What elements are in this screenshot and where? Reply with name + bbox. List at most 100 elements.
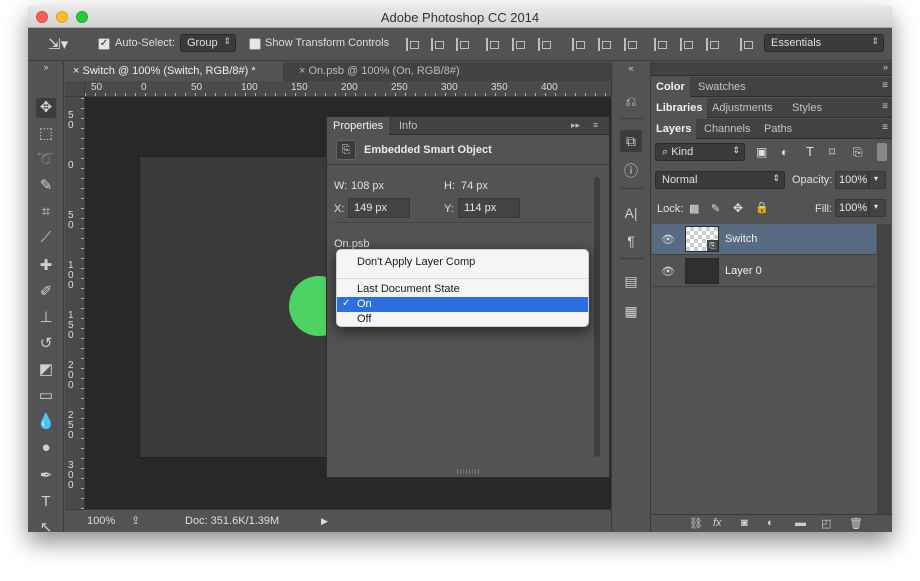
distribute-left-icon[interactable] — [654, 38, 667, 51]
gradient-tool-icon[interactable]: ▭ — [36, 386, 56, 406]
opacity-input[interactable]: 100% — [835, 171, 869, 189]
visibility-eye-icon[interactable]: 👁 — [661, 265, 675, 278]
quick-selection-tool-icon[interactable]: ✎ — [36, 176, 56, 196]
layer-comps-icon[interactable]: ▤ — [620, 270, 642, 292]
filter-adjustment-icon[interactable]: ◐ — [781, 145, 788, 159]
align-top-icon[interactable] — [406, 38, 419, 51]
distribute-right-icon[interactable] — [706, 38, 719, 51]
lock-all-icon[interactable]: 🔒 — [755, 201, 769, 214]
filter-pixel-icon[interactable]: ▣ — [756, 145, 767, 159]
auto-select-dropdown[interactable]: Group ⇕ — [180, 34, 236, 52]
panel-menu-icon[interactable]: ≡ — [882, 101, 888, 112]
fill-input[interactable]: 100% — [835, 199, 869, 217]
align-vcenter-icon[interactable] — [431, 38, 444, 51]
ruler-origin[interactable] — [65, 81, 85, 97]
tab-libraries[interactable]: Libraries — [651, 98, 708, 118]
pen-tool-icon[interactable]: ✒ — [36, 466, 56, 486]
layers-scrollbar[interactable] — [877, 224, 891, 514]
collapse-panel-icon[interactable]: ▸▸ — [565, 117, 586, 135]
tab-color[interactable]: Color — [651, 77, 690, 97]
crop-tool-icon[interactable]: ⌗ — [36, 202, 56, 222]
align-right-icon[interactable] — [538, 38, 551, 51]
properties-panel-icon[interactable]: ⧉ — [620, 130, 642, 152]
tab-adjustments[interactable]: Adjustments — [707, 98, 778, 118]
expand-panels-icon[interactable]: « — [620, 62, 642, 74]
eyedropper-tool-icon[interactable]: ⟋ — [36, 228, 56, 248]
properties-scrollbar[interactable] — [594, 177, 600, 457]
clone-stamp-tool-icon[interactable]: ⊥ — [36, 308, 56, 328]
auto-align-icon[interactable] — [740, 38, 753, 51]
tab-swatches[interactable]: Swatches — [693, 77, 751, 97]
layer-row-layer-0[interactable]: 👁 Layer 0 — [652, 256, 876, 287]
distribute-top-icon[interactable] — [572, 38, 585, 51]
delete-layer-icon[interactable]: 🗑 — [849, 517, 863, 530]
distribute-vcenter-icon[interactable] — [598, 38, 611, 51]
filter-type-icon[interactable]: T — [806, 144, 814, 159]
lock-position-icon[interactable]: ✥ — [733, 201, 743, 215]
zoom-level[interactable]: 100% — [87, 515, 115, 527]
share-icon[interactable]: ⇪ — [131, 514, 140, 527]
menu-item-on[interactable]: ✓ On — [337, 297, 588, 312]
tab-styles[interactable]: Styles — [787, 98, 827, 118]
link-layers-icon[interactable]: ⛓ — [689, 517, 703, 530]
align-bottom-icon[interactable] — [456, 38, 469, 51]
horizontal-ruler[interactable]: 50 0 50 100 150 200 250 300 350 400 — [85, 81, 611, 97]
new-group-icon[interactable]: ▬ — [795, 517, 806, 529]
menu-item-last-document-state[interactable]: Last Document State — [337, 282, 588, 297]
tab-layers[interactable]: Layers — [651, 119, 697, 139]
history-brush-tool-icon[interactable]: ↺ — [36, 334, 56, 354]
filter-smart-object-icon[interactable]: ⎘ — [853, 145, 863, 160]
panel-menu-icon[interactable]: ≡ — [882, 122, 888, 133]
collapse-dock-icon[interactable]: » — [883, 62, 888, 72]
lasso-tool-icon[interactable]: ➰ — [36, 150, 56, 170]
adjustment-layer-icon[interactable]: ◐ — [767, 517, 774, 529]
blend-mode-dropdown[interactable]: Normal ⇕ — [655, 171, 785, 189]
tab-properties[interactable]: Properties — [327, 117, 390, 135]
opacity-slider-button[interactable]: ▾ — [869, 171, 886, 189]
lock-paint-icon[interactable]: ✎ — [711, 202, 720, 215]
align-left-icon[interactable] — [486, 38, 499, 51]
tab-on-psb[interactable]: × On.psb @ 100% (On, RGB/8#) — [291, 62, 505, 81]
vertical-ruler[interactable]: 50 0 50 100 150 200 250 300 — [65, 97, 85, 509]
panel-menu-icon[interactable]: ≡ — [882, 80, 888, 91]
type-tool-icon[interactable]: T — [36, 492, 56, 512]
layer-row-switch[interactable]: 👁 ⎘ Switch — [652, 224, 876, 255]
add-mask-icon[interactable]: ◙ — [741, 517, 748, 529]
y-input[interactable]: 114 px — [458, 198, 520, 218]
dodge-tool-icon[interactable]: ● — [36, 438, 56, 458]
align-hcenter-icon[interactable] — [512, 38, 525, 51]
notes-icon[interactable]: ▦ — [620, 300, 642, 322]
collapse-arrows-icon[interactable]: » — [36, 62, 56, 72]
blur-tool-icon[interactable]: 💧 — [36, 412, 56, 432]
layer-style-fx-icon[interactable]: fx — [713, 517, 722, 529]
character-icon[interactable]: A| — [620, 202, 642, 224]
history-icon[interactable]: ⎌ — [620, 90, 642, 112]
eraser-tool-icon[interactable]: ◩ — [36, 360, 56, 380]
brush-tool-icon[interactable]: ✐ — [36, 282, 56, 302]
workspace-dropdown[interactable]: Essentials ⇕ — [764, 34, 884, 52]
path-selection-tool-icon[interactable]: ↖ — [36, 518, 56, 532]
tab-info[interactable]: Info — [393, 117, 423, 135]
visibility-eye-icon[interactable]: 👁 — [661, 233, 675, 246]
filter-shape-icon[interactable]: ⌑ — [829, 145, 835, 159]
tab-channels[interactable]: Channels — [699, 119, 755, 139]
move-tool-preset-icon[interactable]: ⇲▾ — [48, 35, 68, 53]
filter-toggle[interactable] — [877, 143, 887, 161]
resize-grip[interactable] — [457, 469, 479, 474]
fill-slider-button[interactable]: ▾ — [869, 199, 886, 217]
status-menu-arrow-icon[interactable]: ▶ — [321, 516, 328, 527]
tab-switch-doc[interactable]: × Switch @ 100% (Switch, RGB/8#) * — [65, 62, 283, 81]
tab-paths[interactable]: Paths — [759, 119, 797, 139]
info-icon[interactable]: ⓘ — [620, 160, 642, 182]
panel-menu-icon[interactable]: ≡ — [587, 117, 604, 135]
healing-brush-tool-icon[interactable]: ✚ — [36, 256, 56, 276]
move-tool-icon[interactable]: ✥ — [36, 98, 56, 118]
distribute-hcenter-icon[interactable] — [680, 38, 693, 51]
layer-filter-dropdown[interactable]: ⌕ Kind ⇕ — [655, 143, 745, 161]
auto-select-checkbox[interactable]: ✓ — [98, 38, 110, 50]
menu-item-dont-apply[interactable]: Don't Apply Layer Comp — [337, 255, 588, 270]
distribute-bottom-icon[interactable] — [624, 38, 637, 51]
x-input[interactable]: 149 px — [348, 198, 410, 218]
marquee-tool-icon[interactable]: ⬚ — [36, 124, 56, 144]
show-transform-checkbox[interactable] — [249, 38, 261, 50]
